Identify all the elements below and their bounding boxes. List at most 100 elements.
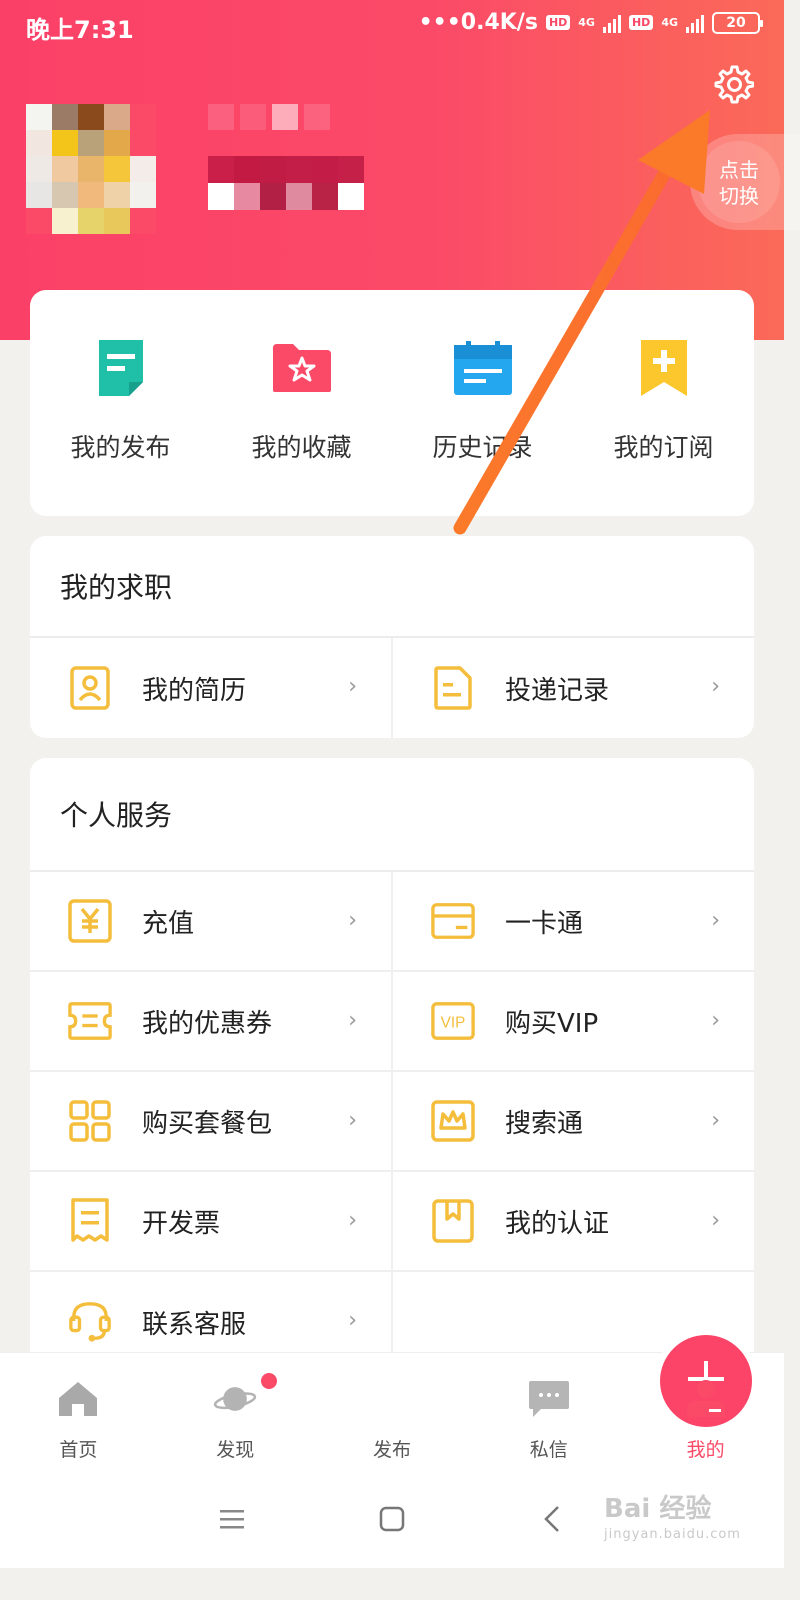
tab-label: 发布 <box>372 1439 411 1461</box>
item-label: 开发票 <box>142 1208 221 1239</box>
customer-service-icon <box>68 1300 112 1344</box>
package-grid-icon <box>68 1099 112 1143</box>
chevron-right-icon: › <box>348 908 357 933</box>
item-label: 充值 <box>142 908 195 939</box>
section-title: 个人服务 <box>30 758 754 872</box>
quick-subscriptions[interactable]: 我的订阅 <box>573 336 754 516</box>
job-section: 我的求职 我的简历 › 投递记录 › <box>30 536 754 738</box>
quick-label: 我的收藏 <box>251 433 352 462</box>
tab-label: 首页 <box>59 1439 98 1461</box>
service-row: 开发票 › 我的认证 › <box>30 1172 754 1272</box>
network-type-2: 4G <box>661 16 678 29</box>
invoice-item[interactable]: 开发票 › <box>30 1172 391 1270</box>
chevron-right-icon: › <box>348 1208 357 1233</box>
tab-publish[interactable]: 发布 <box>314 1335 752 1474</box>
chevron-right-icon: › <box>711 1108 720 1133</box>
chevron-right-icon: › <box>711 674 720 699</box>
vip-icon: VIP <box>431 999 475 1043</box>
avatar[interactable] <box>26 104 156 234</box>
coupon-icon <box>68 999 112 1043</box>
switch-label: 点击 切换 <box>698 141 780 223</box>
service-row: 购买套餐包 › 搜索通 › <box>30 1072 754 1172</box>
yen-icon <box>68 899 112 943</box>
star-folder-icon <box>270 336 334 400</box>
status-indicators: •••0.4K/s HD 4G HD 4G 20 <box>418 10 763 35</box>
quick-label: 我的订阅 <box>613 433 714 462</box>
tab-label: 发现 <box>216 1439 255 1461</box>
profile-icon <box>684 1377 728 1421</box>
quick-my-favorites[interactable]: 我的收藏 <box>211 336 392 516</box>
hd-badge-2: HD <box>628 15 654 30</box>
user-id <box>208 156 368 210</box>
delivery-record-item[interactable]: 投递记录 › <box>391 638 754 738</box>
buy-package-item[interactable]: 购买套餐包 › <box>30 1072 391 1170</box>
chevron-right-icon: › <box>348 1308 357 1333</box>
switch-identity-button[interactable]: 点击 切换 <box>690 134 800 230</box>
coupon-item[interactable]: 我的优惠券 › <box>30 972 391 1070</box>
buy-vip-item[interactable]: VIP 购买VIP › <box>391 972 754 1070</box>
one-card-item[interactable]: 一卡通 › <box>391 872 754 970</box>
profile-header: 晚上7:31 •••0.4K/s HD 4G HD 4G 20 点击 切换 <box>0 0 800 340</box>
message-icon <box>527 1377 571 1421</box>
back-chevron-icon <box>543 1505 561 1537</box>
item-label: 投递记录 <box>505 675 610 706</box>
hd-badge: HD <box>545 15 571 30</box>
bottom-tab-bar: 首页 发现 发布 私信 我的 <box>0 1335 784 1474</box>
quick-my-posts[interactable]: 我的发布 <box>30 336 211 516</box>
chevron-right-icon: › <box>348 1108 357 1133</box>
recharge-item[interactable]: 充值 › <box>30 872 391 970</box>
signal-icon <box>602 13 621 33</box>
certification-item[interactable]: 我的认证 › <box>391 1172 754 1270</box>
tab-me[interactable]: 我的 <box>627 1353 784 1474</box>
personal-services-section: 个人服务 充值 › 一卡通 › 我的优惠券 › VIP 购买VIP › 购买套餐… <box>30 758 754 1378</box>
status-time: 晚上7:31 <box>26 16 134 44</box>
back-button[interactable] <box>532 1501 572 1541</box>
network-speed: •••0.4K/s <box>418 10 538 35</box>
settings-button[interactable] <box>712 64 756 108</box>
quick-label: 我的发布 <box>70 433 171 462</box>
my-resume-item[interactable]: 我的简历 › <box>30 638 391 738</box>
invoice-icon <box>68 1198 112 1243</box>
battery-level: 20 <box>726 14 746 31</box>
service-row: 充值 › 一卡通 › <box>30 872 754 972</box>
document-icon <box>89 336 153 400</box>
planet-icon <box>213 1377 257 1421</box>
service-row: 我的优惠券 › VIP 购买VIP › <box>30 972 754 1072</box>
delivery-record-icon <box>431 666 475 710</box>
gear-icon <box>714 64 755 108</box>
svg-text:VIP: VIP <box>441 1015 466 1032</box>
quick-label: 历史记录 <box>432 433 533 462</box>
quick-actions-card: 我的发布 我的收藏 历史记录 我的订阅 <box>30 290 754 516</box>
network-type: 4G <box>578 16 595 29</box>
tab-discover[interactable]: 发现 <box>157 1353 314 1474</box>
resume-icon <box>68 666 112 710</box>
watermark-url: jingyan.baidu.com <box>604 1527 741 1542</box>
quick-history[interactable]: 历史记录 <box>392 336 573 516</box>
watermark: Bai 经验 jingyan.baidu.com <box>604 1488 774 1554</box>
section-title: 我的求职 <box>30 536 754 638</box>
tab-messages[interactable]: 私信 <box>470 1353 627 1474</box>
item-label: 购买套餐包 <box>142 1108 273 1139</box>
chevron-right-icon: › <box>348 1008 357 1033</box>
search-pass-item[interactable]: 搜索通 › <box>391 1072 754 1170</box>
item-label: 联系客服 <box>142 1309 247 1340</box>
chevron-right-icon: › <box>711 908 720 933</box>
switch-label-line2: 切换 <box>719 184 759 208</box>
battery-icon: 20 <box>712 11 763 34</box>
signal-icon-2 <box>686 13 704 33</box>
item-label: 一卡通 <box>505 908 584 939</box>
job-row: 我的简历 › 投递记录 › <box>30 638 754 738</box>
tab-home[interactable]: 首页 <box>0 1353 157 1474</box>
certification-icon <box>431 1199 475 1243</box>
crown-icon <box>431 1099 475 1143</box>
chevron-right-icon: › <box>711 1008 720 1033</box>
status-bar: 晚上7:31 •••0.4K/s HD 4G HD 4G 20 <box>0 0 784 50</box>
watermark-brand: Bai 经验 <box>604 1494 712 1524</box>
notification-dot <box>260 1373 277 1389</box>
bookmark-plus-icon <box>632 336 696 400</box>
item-label: 我的简历 <box>142 675 247 706</box>
tab-label: 我的 <box>686 1439 725 1461</box>
menu-button[interactable] <box>212 1501 252 1541</box>
home-nav-button[interactable] <box>372 1501 412 1541</box>
item-label: 我的优惠券 <box>142 1008 273 1039</box>
